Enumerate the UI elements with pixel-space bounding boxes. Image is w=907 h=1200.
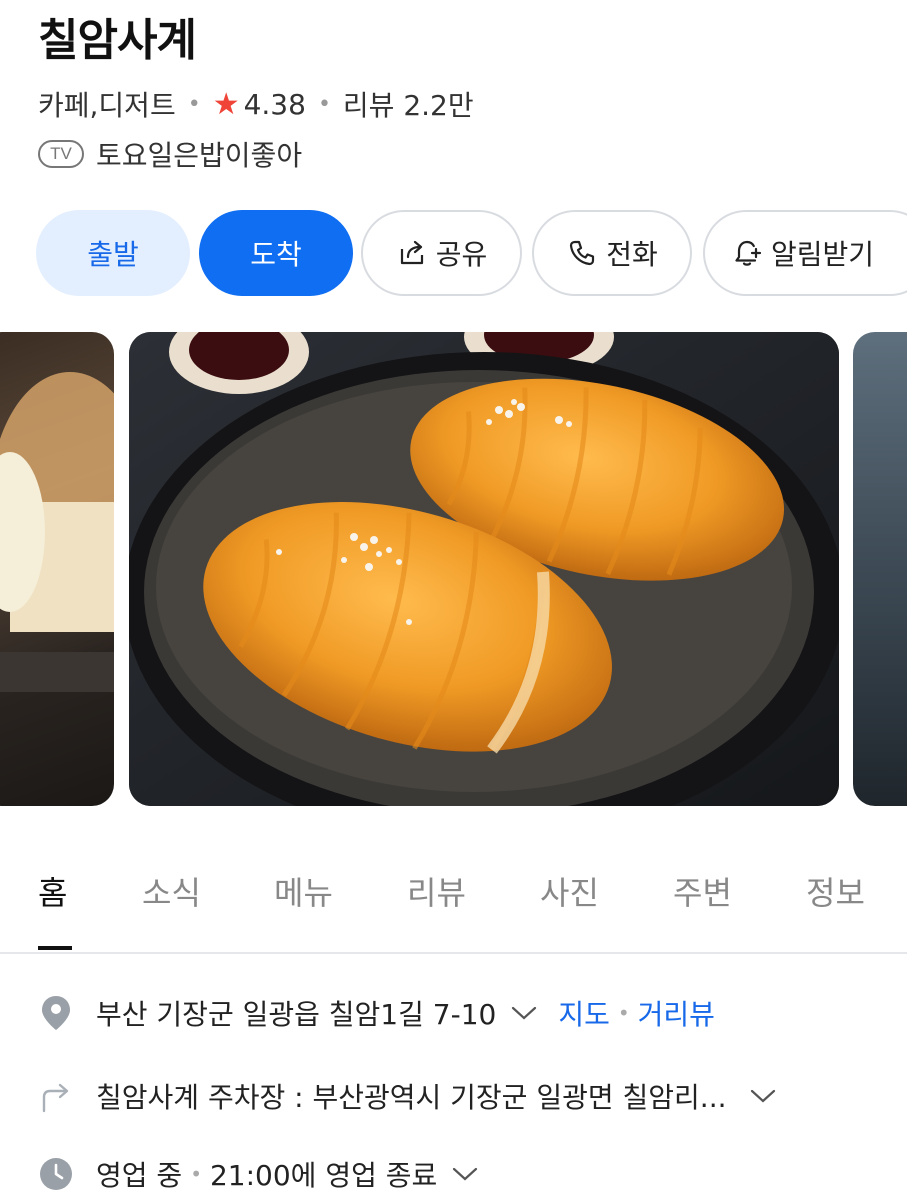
star-icon: ★ <box>212 86 240 122</box>
photo-carousel[interactable] <box>0 332 907 806</box>
photo-thumbnail-previous[interactable] <box>0 332 114 806</box>
hours-row[interactable]: 영업 중 • 21:00에 영업 종료 <box>0 1144 907 1200</box>
address-text[interactable]: 부산 기장군 일광읍 칠암1길 7-10 <box>96 993 496 1033</box>
tab-info[interactable]: 정보 <box>806 868 865 914</box>
separator-dot: • <box>190 1162 202 1186</box>
share-button[interactable]: 공유 <box>361 210 522 296</box>
open-status: 영업 중 <box>96 1159 183 1192</box>
tab-news[interactable]: 소식 <box>142 868 201 914</box>
place-meta: 카페,디저트 • ★ 4.38 • 리뷰 2.2만 <box>38 84 474 124</box>
parking-row[interactable]: 칠암사계 주차장 : 부산광역시 기장군 일광면 칠암리... <box>0 1066 907 1126</box>
bell-plus-icon <box>735 240 762 266</box>
turn-arrow-icon <box>42 1083 69 1113</box>
tab-nearby[interactable]: 주변 <box>673 868 732 914</box>
photo-salt-bread[interactable] <box>129 332 839 806</box>
category-label: 카페,디저트 <box>38 89 176 122</box>
arrive-button[interactable]: 도착 <box>199 210 353 296</box>
tab-home[interactable]: 홈 <box>38 868 67 914</box>
tab-reviews[interactable]: 리뷰 <box>407 868 466 914</box>
chevron-down-icon[interactable] <box>451 1165 479 1183</box>
rating-value: 4.38 <box>243 87 306 121</box>
place-title: 칠암사계 <box>38 15 197 66</box>
street-view-link[interactable]: 거리뷰 <box>638 993 715 1033</box>
review-count-link[interactable]: 리뷰 2.2만 <box>343 84 474 124</box>
parking-text: 칠암사계 주차장 : 부산광역시 기장군 일광면 칠암리... <box>96 1081 727 1114</box>
active-tab-indicator <box>38 946 72 950</box>
share-icon <box>400 240 423 265</box>
phone-icon <box>570 240 595 266</box>
parking-text-group: 칠암사계 주차장 : 부산광역시 기장군 일광면 칠암리... <box>96 1076 777 1116</box>
call-label: 전화 <box>606 238 658 271</box>
address-text-group: 부산 기장군 일광읍 칠암1길 7-10 지도 • 거리뷰 <box>96 993 715 1033</box>
separator-dot: • <box>187 91 201 117</box>
divider <box>0 952 907 954</box>
chevron-down-icon[interactable] <box>749 1087 777 1105</box>
call-button[interactable]: 전화 <box>532 210 692 296</box>
separator-dot: • <box>617 1001 630 1025</box>
map-link[interactable]: 지도 <box>558 993 610 1033</box>
tab-photos[interactable]: 사진 <box>540 868 599 914</box>
tv-badge-icon: TV <box>38 140 84 168</box>
clock-icon <box>40 1158 72 1190</box>
tab-bar: 홈 소식 메뉴 리뷰 사진 주변 정보 <box>0 868 907 952</box>
photo-thumbnail-next[interactable] <box>853 332 907 806</box>
alarm-label: 알림받기 <box>771 238 875 271</box>
hours-text-group: 영업 중 • 21:00에 영업 종료 <box>96 1154 479 1194</box>
chevron-down-icon[interactable] <box>510 1004 538 1022</box>
separator-dot: • <box>317 91 331 117</box>
action-buttons: 출발 도착 공유 전화 알림받기 <box>0 210 907 296</box>
tv-show-row[interactable]: TV 토요일은밥이좋아 <box>38 134 302 174</box>
address-row: 부산 기장군 일광읍 칠암1길 7-10 지도 • 거리뷰 <box>0 983 907 1043</box>
closing-time: 21:00에 영업 종료 <box>209 1159 438 1192</box>
share-label: 공유 <box>435 238 488 271</box>
alarm-button[interactable]: 알림받기 <box>703 210 907 296</box>
location-pin-icon <box>42 996 70 1030</box>
tab-menu[interactable]: 메뉴 <box>274 868 333 914</box>
depart-button[interactable]: 출발 <box>36 210 190 296</box>
tv-show-name: 토요일은밥이좋아 <box>96 139 303 172</box>
